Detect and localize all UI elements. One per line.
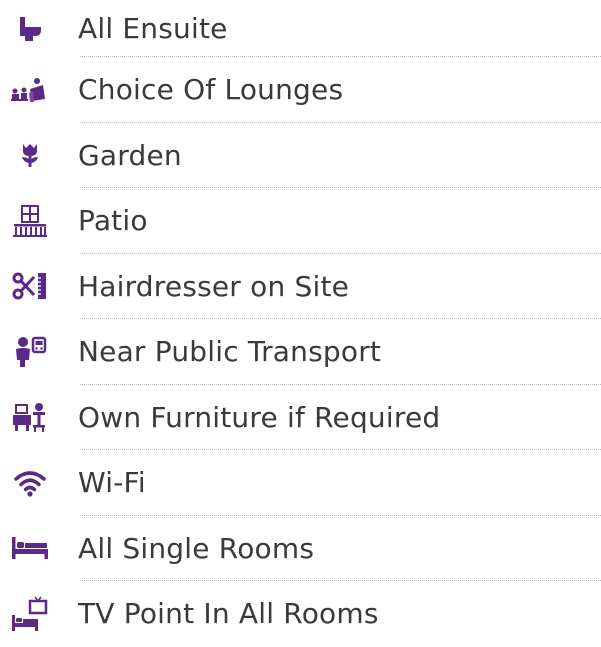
- bed-tv-icon: [8, 596, 52, 632]
- facility-label: Garden: [78, 138, 182, 172]
- toilet-icon: [8, 11, 52, 47]
- facility-label: Patio: [78, 204, 148, 238]
- facility-label: Wi-Fi: [78, 466, 146, 500]
- single-bed-icon: [8, 530, 52, 566]
- facilities-list: All Ensuite Choice Of Lounges Garden Pat…: [0, 0, 601, 647]
- bus-stop-icon: [8, 334, 52, 370]
- facility-label: Choice Of Lounges: [78, 73, 344, 107]
- scissors-comb-icon: [8, 268, 52, 304]
- facility-label: TV Point In All Rooms: [78, 597, 379, 631]
- facility-item-own-furniture: Own Furniture if Required: [0, 385, 601, 451]
- patio-icon: [8, 203, 52, 239]
- facility-item-tv-point: TV Point In All Rooms: [0, 581, 601, 647]
- facility-item-hairdresser: Hairdresser on Site: [0, 254, 601, 320]
- facility-item-single-rooms: All Single Rooms: [0, 516, 601, 582]
- facility-label: Own Furniture if Required: [78, 400, 441, 434]
- facility-label: Hairdresser on Site: [78, 269, 350, 303]
- wifi-icon: [8, 465, 52, 501]
- facility-label: Near Public Transport: [78, 335, 382, 369]
- furniture-icon: [8, 399, 52, 435]
- facility-item-all-ensuite: All Ensuite: [0, 0, 601, 57]
- lounge-icon: [8, 72, 52, 108]
- flower-icon: [8, 137, 52, 173]
- facility-label: All Ensuite: [78, 12, 228, 45]
- facility-item-wifi: Wi-Fi: [0, 450, 601, 516]
- facility-item-choice-of-lounges: Choice Of Lounges: [0, 57, 601, 123]
- facility-item-garden: Garden: [0, 123, 601, 189]
- facility-item-patio: Patio: [0, 188, 601, 254]
- facility-label: All Single Rooms: [78, 531, 315, 565]
- facility-item-public-transport: Near Public Transport: [0, 319, 601, 385]
